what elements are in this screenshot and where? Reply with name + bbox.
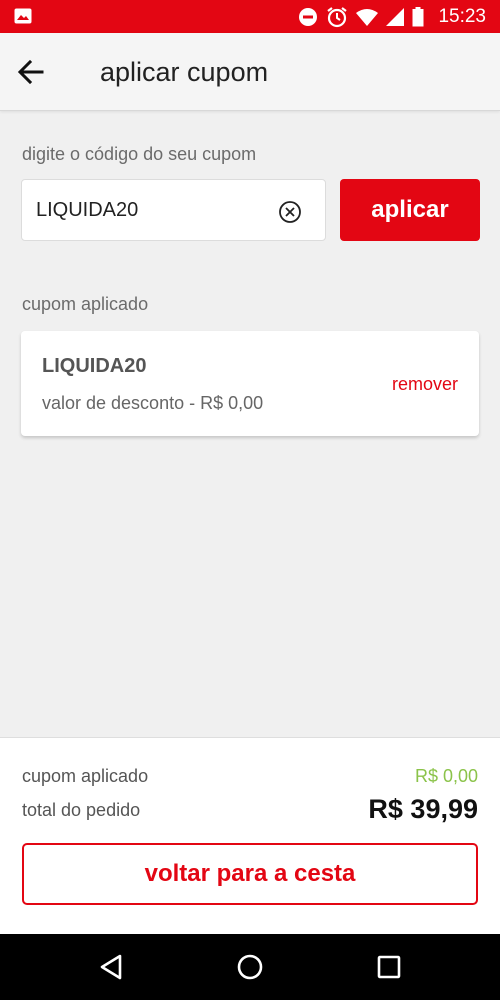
summary-coupon-value: R$ 0,00 <box>414 766 478 786</box>
do-not-disturb-icon <box>298 7 318 27</box>
circle-home-icon[interactable] <box>235 952 265 982</box>
apply-coupon-button[interactable]: aplicar <box>340 179 480 241</box>
coupon-code-label: digite o código do seu cupom <box>22 144 257 164</box>
status-clock: 15:23 <box>438 5 486 27</box>
image-icon <box>14 8 32 24</box>
status-bar: 15:23 <box>0 0 500 33</box>
battery-icon <box>412 6 424 27</box>
triangle-back-icon[interactable] <box>96 952 126 982</box>
alarm-icon <box>326 6 348 28</box>
square-recents-icon[interactable] <box>374 952 404 982</box>
app-bar: aplicar cupom <box>0 33 500 111</box>
back-to-cart-button[interactable]: voltar para a cesta <box>22 843 478 905</box>
coupon-code-input[interactable] <box>36 180 276 240</box>
system-nav-bar <box>0 934 500 1000</box>
applied-coupon-section-label: cupom aplicado <box>22 294 149 314</box>
wifi-icon <box>356 8 379 26</box>
cell-signal-icon <box>386 7 405 26</box>
order-summary-panel: cupom aplicado R$ 0,00 total do pedido R… <box>0 737 500 934</box>
arrow-left-icon[interactable] <box>16 58 46 86</box>
discount-value-text: valor de desconto - R$ 0,00 <box>42 393 264 413</box>
applied-coupon-card: LIQUIDA20 valor de desconto - R$ 0,00 re… <box>21 331 479 436</box>
circle-x-icon[interactable] <box>278 200 302 224</box>
page-title: aplicar cupom <box>100 57 269 87</box>
summary-total-label: total do pedido <box>22 800 141 820</box>
summary-coupon-label: cupom aplicado <box>22 766 149 786</box>
coupon-input-box <box>21 179 326 241</box>
applied-coupon-code: LIQUIDA20 <box>42 355 147 377</box>
summary-total-value: R$ 39,99 <box>368 794 478 824</box>
remove-coupon-link[interactable]: remover <box>392 374 458 395</box>
